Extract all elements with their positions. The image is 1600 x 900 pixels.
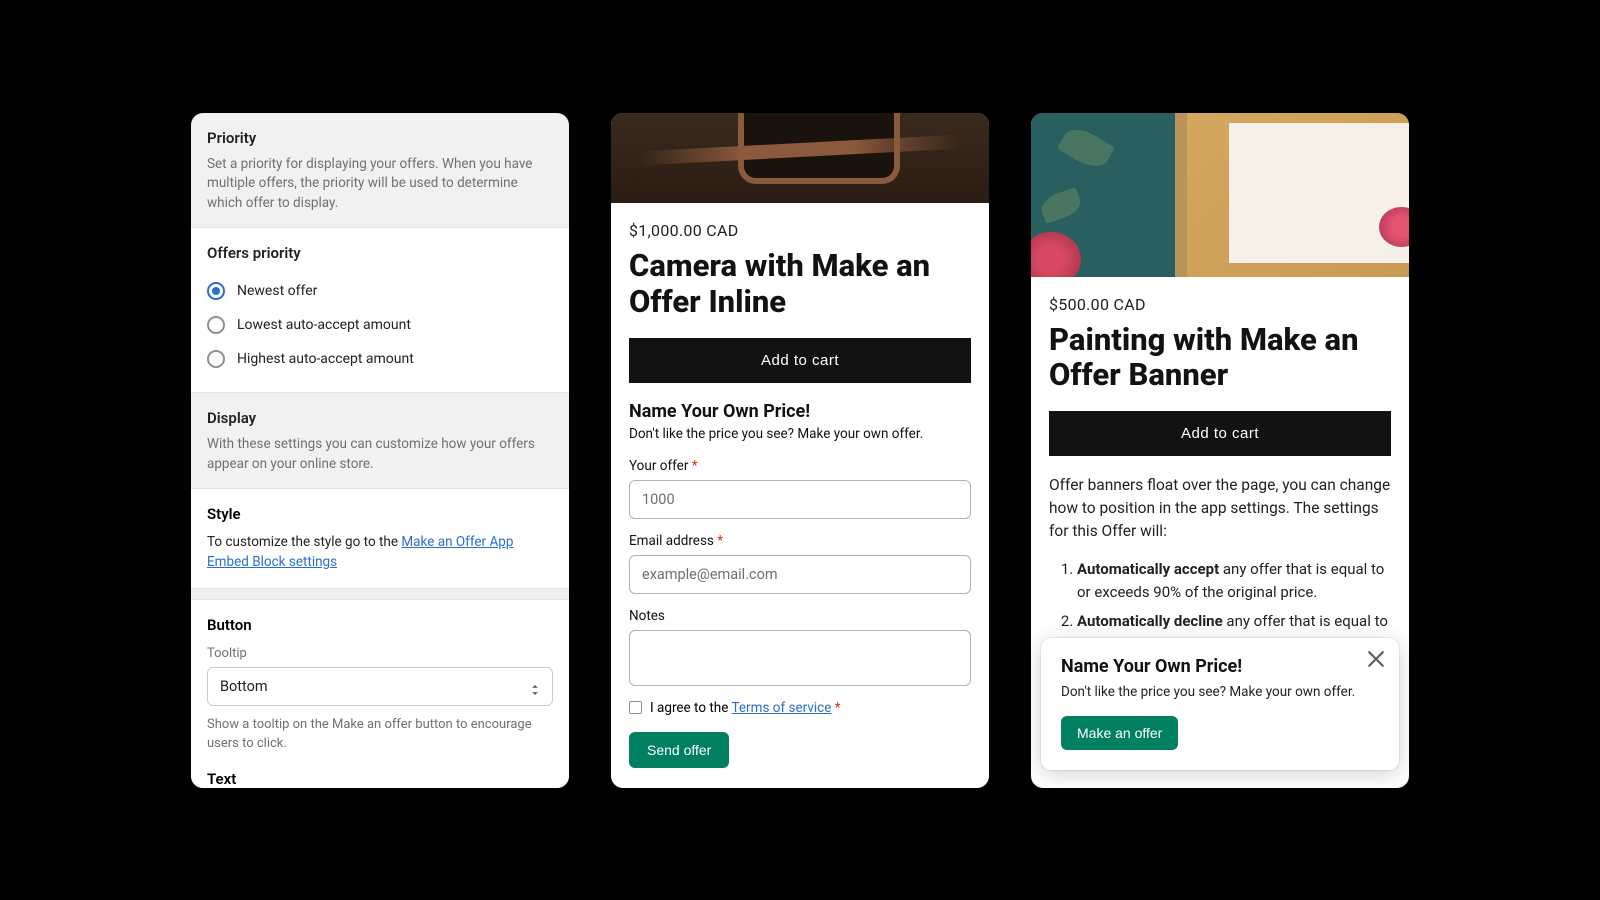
offer-subheading: Don't like the price you see? Make your … [629, 426, 971, 442]
floating-offer-banner: Name Your Own Price! Don't like the pric… [1041, 638, 1399, 770]
tooltip-help: Show a tooltip on the Make an offer butt… [207, 716, 553, 754]
flower-decor [1031, 232, 1081, 277]
radio-newest-offer[interactable]: Newest offer [207, 274, 553, 308]
display-header: Display With these settings you can cust… [191, 393, 569, 488]
radio-icon [207, 316, 225, 334]
style-text: To customize the style go to the Make an… [207, 533, 553, 572]
product-inline-card: $1,000.00 CAD Camera with Make an Offer … [611, 113, 989, 788]
float-title: Name Your Own Price! [1061, 656, 1379, 677]
agree-text: I agree to the Terms of service * [650, 700, 841, 716]
notes-input[interactable] [629, 630, 971, 686]
product-title: Painting with Make an Offer Banner [1049, 322, 1391, 393]
priority-header: Priority Set a priority for displaying y… [191, 113, 569, 228]
product-title: Camera with Make an Offer Inline [629, 248, 971, 319]
checkbox-icon[interactable] [629, 701, 642, 714]
tooltip-label: Tooltip [207, 646, 553, 661]
style-block: Style To customize the style go to the M… [191, 488, 569, 589]
product-body: $1,000.00 CAD Camera with Make an Offer … [611, 203, 989, 787]
display-title: Display [207, 409, 553, 427]
notes-label: Notes [629, 608, 971, 624]
tooltip-value: Bottom [220, 678, 268, 695]
add-to-cart-button[interactable]: Add to cart [629, 338, 971, 383]
product-image-painting [1031, 113, 1409, 277]
list-item: Automatically decline any offer that is … [1077, 610, 1391, 633]
style-pre: To customize the style go to the [207, 534, 401, 550]
priority-title: Priority [207, 129, 553, 147]
radio-lowest-auto-accept[interactable]: Lowest auto-accept amount [207, 308, 553, 342]
your-offer-input[interactable]: 1000 [629, 480, 971, 519]
product-price: $1,000.00 CAD [629, 221, 971, 240]
product-body: $500.00 CAD Painting with Make an Offer … [1031, 277, 1409, 660]
select-caret-icon [530, 682, 540, 692]
radio-icon [207, 350, 225, 368]
banner-rules-list: Automatically accept any offer that is e… [1049, 558, 1391, 634]
rule-bold: Automatically accept [1077, 560, 1219, 578]
email-input[interactable]: example@email.com [629, 555, 971, 594]
priority-desc: Set a priority for displaying your offer… [207, 155, 553, 214]
flower-decor [1379, 207, 1409, 247]
list-item: Automatically accept any offer that is e… [1077, 558, 1391, 605]
display-desc: With these settings you can customize ho… [207, 435, 553, 474]
offer-heading: Name Your Own Price! [629, 401, 971, 422]
button-block: Button Tooltip Bottom Show a tooltip on … [191, 599, 569, 787]
close-icon[interactable] [1367, 650, 1385, 668]
terms-link[interactable]: Terms of service [732, 700, 832, 716]
radio-highest-auto-accept[interactable]: Highest auto-accept amount [207, 342, 553, 376]
style-title: Style [207, 505, 553, 523]
offers-priority-title: Offers priority [207, 244, 553, 262]
your-offer-label: Your offer * [629, 458, 971, 474]
product-image-camera [611, 113, 989, 204]
float-subtitle: Don't like the price you see? Make your … [1061, 683, 1379, 702]
required-asterisk: * [692, 458, 698, 474]
tooltip-select[interactable]: Bottom [207, 667, 553, 706]
product-banner-card: $500.00 CAD Painting with Make an Offer … [1031, 113, 1409, 788]
button-title: Button [207, 616, 553, 634]
section-gap [191, 589, 569, 599]
banner-description: Offer banners float over the page, you c… [1049, 474, 1391, 544]
settings-panel: Priority Set a priority for displaying y… [191, 113, 569, 788]
leaf-decor [1057, 122, 1115, 173]
text-title: Text [207, 770, 553, 787]
rule-rest: any offer that is equal to [1223, 612, 1388, 630]
required-asterisk: * [835, 700, 841, 716]
radio-label: Newest offer [237, 283, 317, 299]
your-offer-value: 1000 [642, 491, 675, 508]
send-offer-button[interactable]: Send offer [629, 732, 729, 768]
add-to-cart-button[interactable]: Add to cart [1049, 411, 1391, 456]
terms-row[interactable]: I agree to the Terms of service * [629, 700, 971, 716]
offers-priority-block: Offers priority Newest offer Lowest auto… [191, 227, 569, 393]
product-price: $500.00 CAD [1049, 295, 1391, 314]
make-an-offer-button[interactable]: Make an offer [1061, 716, 1178, 750]
email-placeholder: example@email.com [642, 566, 778, 583]
rule-bold: Automatically decline [1077, 612, 1223, 630]
radio-label: Highest auto-accept amount [237, 351, 414, 367]
leaf-decor [1038, 186, 1084, 223]
radio-icon [207, 282, 225, 300]
email-label: Email address * [629, 533, 971, 549]
radio-label: Lowest auto-accept amount [237, 317, 411, 333]
required-asterisk: * [717, 533, 723, 549]
